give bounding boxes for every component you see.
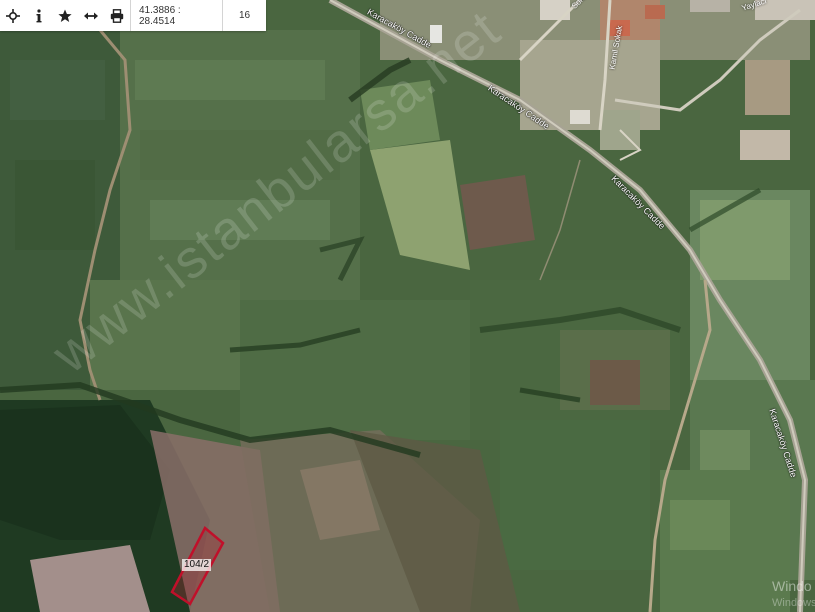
- locate-crosshair-icon: [6, 8, 20, 23]
- os-activation-watermark: Windo: [772, 578, 812, 594]
- info-icon: [35, 8, 43, 23]
- measure-button[interactable]: [78, 0, 104, 31]
- locate-button[interactable]: [0, 0, 26, 31]
- print-button[interactable]: [104, 0, 130, 31]
- info-button[interactable]: [26, 0, 52, 31]
- zoom-level-readout: 16: [222, 0, 266, 31]
- star-icon: [58, 9, 72, 23]
- favorite-button[interactable]: [52, 0, 78, 31]
- coordinates-readout: 41.3886 : 28.4514: [130, 0, 222, 31]
- os-activation-watermark-sub: Windows: [772, 597, 815, 609]
- measure-arrows-icon: [84, 11, 98, 21]
- parcel-label[interactable]: 104/2: [182, 559, 212, 571]
- map-toolbar: 41.3886 : 28.4514 16: [0, 0, 266, 31]
- printer-icon: [110, 8, 124, 23]
